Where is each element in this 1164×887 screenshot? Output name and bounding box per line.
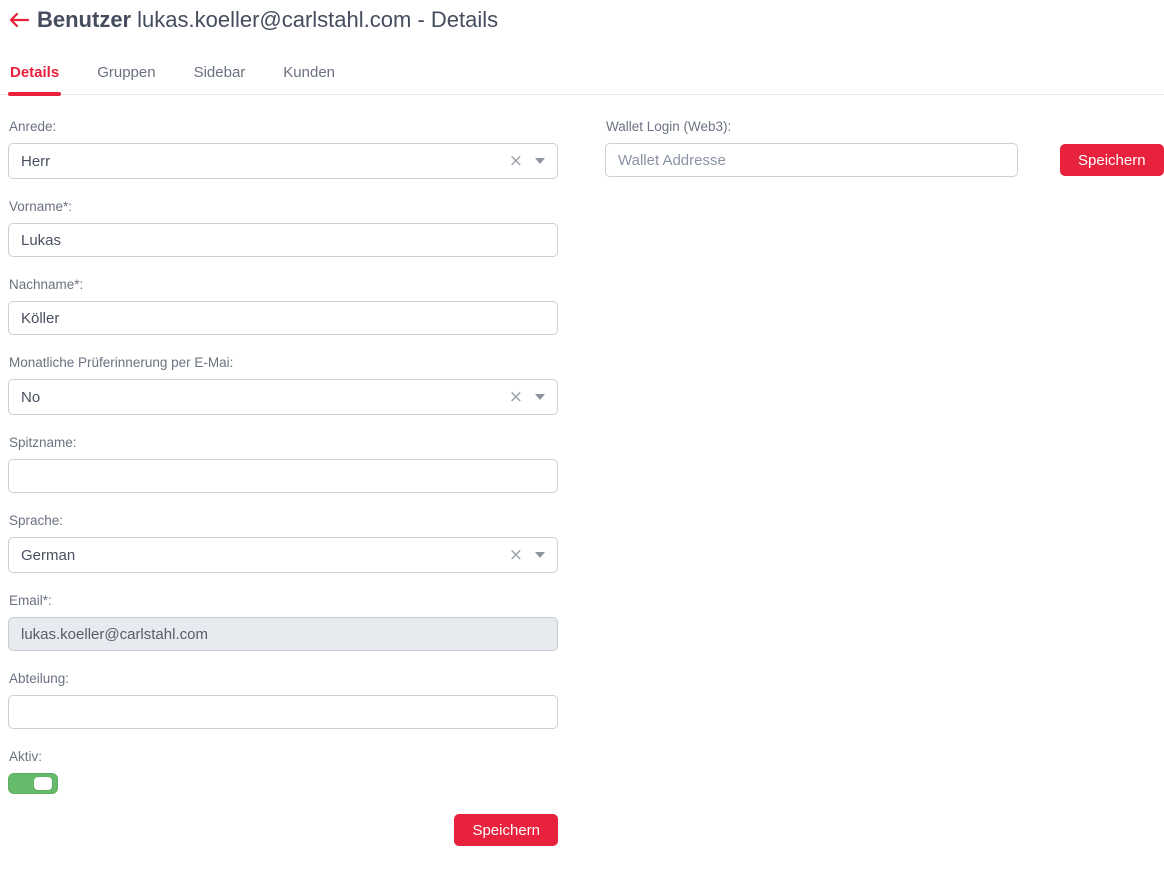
- spitzname-input[interactable]: [8, 459, 558, 493]
- email-label: Email*:: [9, 593, 558, 608]
- sprache-select[interactable]: German ×: [8, 537, 558, 573]
- wallet-save-button[interactable]: Speichern: [1060, 144, 1164, 176]
- aktiv-label: Aktiv:: [9, 749, 558, 764]
- vorname-label: Vorname*:: [9, 199, 558, 214]
- nachname-input[interactable]: [8, 301, 558, 335]
- page-title-rest: lukas.koeller@carlstahl.com - Details: [137, 7, 498, 32]
- clear-icon[interactable]: ×: [509, 547, 523, 564]
- sprache-select-value: German: [21, 547, 75, 564]
- anrede-select-value: Herr: [21, 153, 50, 170]
- sprache-label: Sprache:: [9, 513, 558, 528]
- vorname-input[interactable]: [8, 223, 558, 257]
- page-title: Benutzerlukas.koeller@carlstahl.com - De…: [37, 7, 498, 33]
- right-column: Wallet Login (Web3): Speichern: [605, 119, 1164, 197]
- chevron-down-icon[interactable]: [535, 394, 545, 400]
- field-pruef-erinnerung: Monatliche Prüferinnerung per E-Mai: No …: [8, 355, 558, 415]
- chevron-down-icon[interactable]: [535, 552, 545, 558]
- spitzname-label: Spitzname:: [9, 435, 558, 450]
- pruef-erinnerung-select-value: No: [21, 389, 40, 406]
- back-button[interactable]: [8, 11, 30, 29]
- chevron-down-icon[interactable]: [535, 158, 545, 164]
- toggle-knob: [34, 777, 52, 790]
- clear-icon[interactable]: ×: [509, 153, 523, 170]
- aktiv-toggle[interactable]: [8, 773, 58, 794]
- save-button[interactable]: Speichern: [454, 814, 558, 846]
- abteilung-input[interactable]: [8, 695, 558, 729]
- clear-icon[interactable]: ×: [509, 389, 523, 406]
- back-arrow-icon: [8, 11, 30, 29]
- field-anrede: Anrede: Herr ×: [8, 119, 558, 179]
- tab-sidebar[interactable]: Sidebar: [192, 56, 248, 94]
- page-title-prefix: Benutzer: [37, 7, 131, 32]
- wallet-label: Wallet Login (Web3):: [606, 119, 1164, 134]
- left-column: Anrede: Herr × Vorname*: Nachname*: Mona…: [8, 119, 558, 846]
- pruef-erinnerung-select[interactable]: No ×: [8, 379, 558, 415]
- field-vorname: Vorname*:: [8, 199, 558, 257]
- tab-kunden[interactable]: Kunden: [281, 56, 337, 94]
- bottom-save-row: Speichern: [8, 814, 558, 846]
- tab-bar: Details Gruppen Sidebar Kunden: [0, 56, 1164, 95]
- tab-gruppen[interactable]: Gruppen: [95, 56, 157, 94]
- field-sprache: Sprache: German ×: [8, 513, 558, 573]
- anrede-label: Anrede:: [9, 119, 558, 134]
- nachname-label: Nachname*:: [9, 277, 558, 292]
- tab-details[interactable]: Details: [8, 56, 61, 94]
- email-input: [8, 617, 558, 651]
- field-nachname: Nachname*:: [8, 277, 558, 335]
- page-header: Benutzerlukas.koeller@carlstahl.com - De…: [0, 0, 1164, 34]
- field-abteilung: Abteilung:: [8, 671, 558, 729]
- field-wallet: Wallet Login (Web3): Speichern: [605, 119, 1164, 177]
- wallet-address-input[interactable]: [605, 143, 1018, 177]
- anrede-select[interactable]: Herr ×: [8, 143, 558, 179]
- field-spitzname: Spitzname:: [8, 435, 558, 493]
- field-aktiv: Aktiv:: [8, 749, 558, 794]
- abteilung-label: Abteilung:: [9, 671, 558, 686]
- field-email: Email*:: [8, 593, 558, 651]
- details-form: Anrede: Herr × Vorname*: Nachname*: Mona…: [0, 95, 1164, 846]
- pruef-erinnerung-label: Monatliche Prüferinnerung per E-Mai:: [9, 355, 558, 370]
